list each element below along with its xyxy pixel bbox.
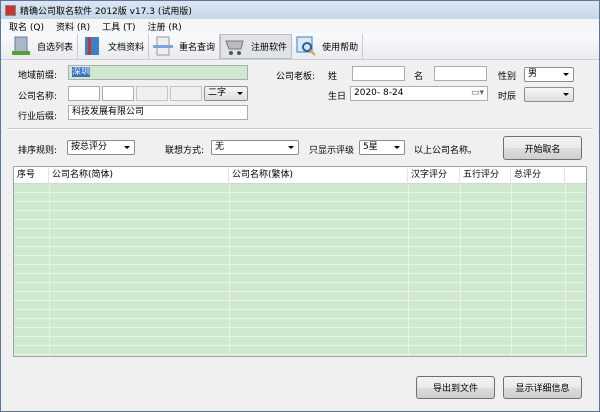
main-window: 精确公司取名软件 2012版 v17.3 (试用版) 取名 (Q) 资料 (R)… [0, 0, 600, 412]
toolbar-duplicate-check-button[interactable]: 重名查询 [149, 33, 221, 59]
rating-suffix: 以上公司名称。 [414, 146, 478, 156]
column-divider [229, 184, 230, 356]
column-divider [408, 184, 409, 356]
col-wuxing-score[interactable]: 五行评分 [460, 167, 511, 184]
company-name-label: 公司名称: [18, 92, 58, 102]
toolbar-help-button[interactable]: 使用帮助 [292, 33, 364, 59]
divider [7, 128, 593, 130]
chevron-down-icon [394, 146, 400, 149]
column-divider [511, 184, 512, 356]
name-char-3-input [136, 86, 168, 101]
app-icon [5, 4, 16, 16]
chevron-down-icon [124, 146, 130, 149]
column-divider [460, 184, 461, 356]
menu-naming[interactable]: 取名 (Q) [9, 20, 44, 33]
gender-select[interactable]: 男 [524, 67, 574, 82]
gender-label: 性别 [498, 72, 517, 82]
region-label: 地域前缀: [18, 71, 58, 81]
toolbar-docs-button[interactable]: 文档资料 [78, 33, 150, 59]
surname-input[interactable] [352, 66, 405, 81]
toolbar: 自选列表 文档资料 重名查询 注册软件 使用帮助 [1, 33, 599, 60]
industry-input[interactable]: 科技发展有限公司 [68, 105, 248, 120]
birthday-picker[interactable]: 2020- 8-24 ▭▾ [350, 86, 488, 101]
hour-label: 时辰 [498, 92, 517, 102]
chevron-down-icon [563, 93, 569, 96]
chevron-down-icon [563, 73, 569, 76]
name-char-4-input [170, 86, 202, 101]
cart-icon [225, 40, 244, 55]
name-char-2-input[interactable] [102, 86, 134, 101]
col-name-traditional[interactable]: 公司名称(繁体) [229, 167, 408, 184]
surname-label: 姓 [328, 72, 338, 82]
table-body [14, 184, 586, 356]
given-name-input[interactable] [434, 66, 487, 81]
region-input[interactable]: 深圳 [68, 65, 248, 80]
toolbar-favorites-button[interactable]: 自选列表 [7, 33, 79, 59]
col-total-score[interactable]: 总评分 [511, 167, 565, 184]
hour-select[interactable] [524, 87, 574, 102]
name-char-1-input[interactable] [68, 86, 100, 101]
sort-select[interactable]: 按总评分 [67, 140, 135, 155]
calendar-icon[interactable]: ▭▾ [471, 87, 484, 100]
menu-tools[interactable]: 工具 (T) [102, 20, 135, 33]
column-divider [565, 184, 566, 356]
rating-label: 只显示评级 [309, 146, 355, 156]
name-length-select[interactable]: 二字 [204, 86, 248, 101]
window-title: 精确公司取名软件 2012版 v17.3 (试用版) [20, 6, 192, 17]
col-character-score[interactable]: 汉字评分 [408, 167, 460, 184]
column-divider [49, 184, 50, 356]
table-header: 序号 公司名称(简体) 公司名称(繁体) 汉字评分 五行评分 总评分 [14, 167, 586, 184]
menu-data[interactable]: 资料 (R) [56, 20, 90, 33]
sort-label: 排序规则: [18, 146, 58, 156]
chevron-down-icon [288, 146, 294, 149]
document-icon [153, 36, 174, 56]
book-icon [85, 37, 100, 55]
col-index[interactable]: 序号 [14, 167, 49, 184]
results-table: 序号 公司名称(简体) 公司名称(繁体) 汉字评分 五行评分 总评分 [13, 166, 587, 357]
show-details-button[interactable]: 显示详细信息 [503, 376, 582, 399]
boss-label: 公司老板: [276, 72, 316, 82]
rating-select[interactable]: 5星 [359, 140, 405, 155]
association-select[interactable]: 无 [211, 140, 299, 155]
chevron-down-icon [237, 92, 243, 95]
toolbar-register-button[interactable]: 注册软件 [220, 33, 293, 59]
export-button[interactable]: 导出到文件 [416, 376, 495, 399]
birthday-label: 生日 [328, 92, 347, 102]
start-naming-button[interactable]: 开始取名 [503, 136, 582, 160]
association-label: 联想方式: [165, 146, 205, 156]
col-name-simplified[interactable]: 公司名称(简体) [49, 167, 229, 184]
menu-bar: 取名 (Q) 资料 (R) 工具 (T) 注册 (R) [1, 19, 599, 33]
help-magnifier-icon [296, 36, 316, 56]
title-bar: 精确公司取名软件 2012版 v17.3 (试用版) [1, 1, 599, 19]
menu-register[interactable]: 注册 (R) [148, 20, 182, 33]
given-name-label: 名 [414, 72, 424, 82]
industry-label: 行业后缀: [18, 112, 58, 122]
building-icon [12, 36, 30, 55]
